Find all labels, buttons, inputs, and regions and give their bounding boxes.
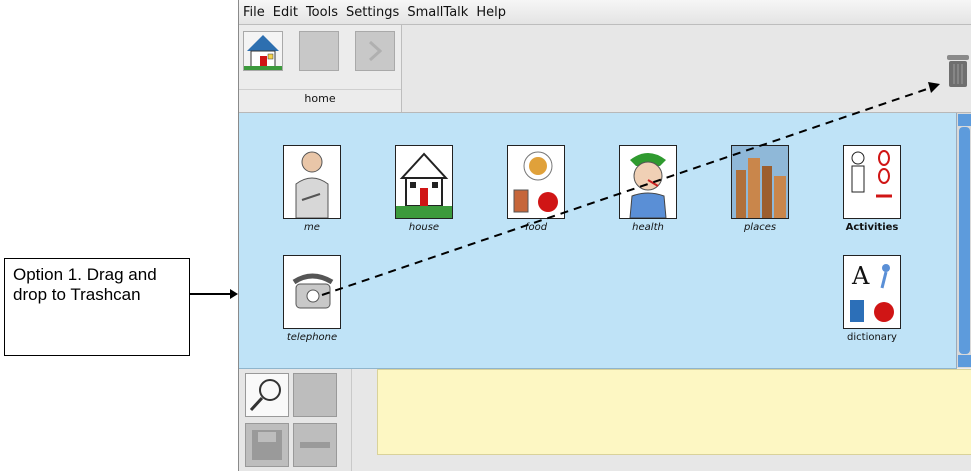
- tool-button-4[interactable]: [293, 423, 337, 467]
- dictionary-icon: A: [850, 262, 894, 322]
- cell-telephone[interactable]: telephone: [275, 255, 349, 343]
- telephone-icon: [292, 273, 334, 309]
- menu-smalltalk[interactable]: SmallTalk: [407, 5, 468, 20]
- scroll-down-button[interactable]: [958, 355, 971, 367]
- cell-places[interactable]: places: [723, 145, 797, 233]
- menu-file[interactable]: File: [243, 5, 265, 20]
- house-symbol: [395, 145, 453, 219]
- menu-bar: File Edit Tools Settings SmallTalk Help: [239, 0, 971, 25]
- message-window[interactable]: [377, 369, 971, 455]
- trashcan-icon[interactable]: [946, 53, 970, 91]
- label-telephone: telephone: [286, 332, 338, 343]
- label-dictionary: dictionary: [847, 332, 897, 343]
- activities-icon: [851, 150, 892, 198]
- label-activities: Activities: [845, 222, 899, 233]
- activities-symbol: [843, 145, 901, 219]
- menu-help[interactable]: Help: [476, 5, 506, 20]
- minus-icon: [300, 442, 330, 448]
- history-panel: home: [239, 25, 402, 112]
- cell-health[interactable]: health: [611, 145, 685, 233]
- nav-label: home: [239, 89, 401, 108]
- house-icon: [396, 152, 452, 218]
- chevron-right-icon: [368, 40, 383, 62]
- save-button[interactable]: [245, 423, 289, 467]
- magnifier-icon: [249, 379, 281, 412]
- scroll-up-button[interactable]: [958, 114, 971, 126]
- label-health: health: [632, 222, 664, 233]
- tool-button-2[interactable]: [293, 373, 337, 417]
- me-symbol: [283, 145, 341, 219]
- cell-dictionary[interactable]: A dictionary: [835, 255, 909, 343]
- label-food: food: [524, 222, 548, 233]
- menu-settings[interactable]: Settings: [346, 5, 399, 20]
- places-symbol: [731, 145, 789, 219]
- cell-me[interactable]: me: [275, 145, 349, 233]
- label-places: places: [743, 222, 777, 233]
- symbol-grid: me house food health places Activities t…: [239, 113, 957, 369]
- forward-button[interactable]: [355, 31, 395, 71]
- cell-house[interactable]: house: [387, 145, 461, 233]
- magnifier-button[interactable]: [245, 373, 289, 417]
- label-me: me: [304, 222, 320, 233]
- sick-person-icon: [629, 153, 667, 218]
- floppy-icon: [252, 430, 282, 460]
- cell-activities[interactable]: Activities: [835, 145, 909, 233]
- app-window: File Edit Tools Settings SmallTalk Help: [238, 0, 971, 471]
- scroll-thumb[interactable]: [959, 127, 970, 354]
- person-icon: [295, 151, 329, 218]
- vertical-scrollbar[interactable]: [956, 113, 971, 368]
- navigation-bar: home: [239, 25, 971, 113]
- bottom-panel: [239, 369, 971, 471]
- house-icon: [244, 35, 282, 70]
- home-button[interactable]: [243, 31, 283, 71]
- callout-title: Option 1: [13, 265, 78, 284]
- svg-text:A: A: [851, 262, 870, 290]
- health-symbol: [619, 145, 677, 219]
- menu-tools[interactable]: Tools: [306, 5, 338, 20]
- label-house: house: [408, 222, 440, 233]
- telephone-symbol: [283, 255, 341, 329]
- back-button[interactable]: [299, 31, 339, 71]
- menu-edit[interactable]: Edit: [273, 5, 298, 20]
- tool-panel: [239, 369, 352, 471]
- callout-box: Option 1. Drag and drop to Trashcan: [4, 258, 190, 356]
- food-symbol: [507, 145, 565, 219]
- callout-arrow: [190, 289, 238, 299]
- food-icon: [513, 151, 558, 213]
- cell-food[interactable]: food: [499, 145, 573, 233]
- dictionary-symbol: A: [843, 255, 901, 329]
- city-icon: [736, 158, 786, 218]
